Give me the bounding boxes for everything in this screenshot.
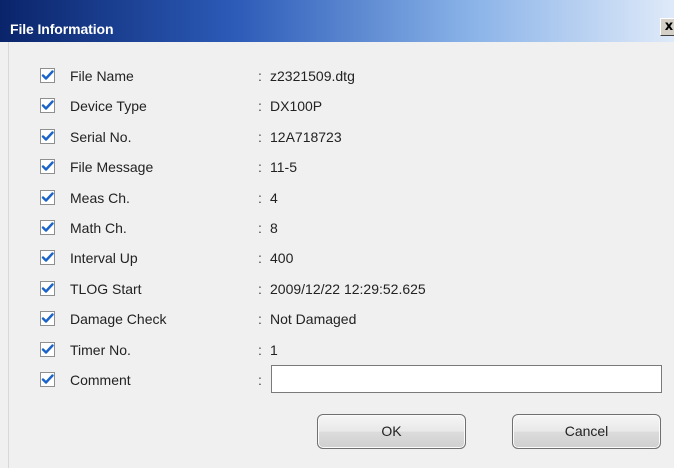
comment-input[interactable]: [271, 365, 662, 393]
field-separator: :: [258, 189, 262, 206]
checkmark-icon: [41, 313, 54, 323]
checkmark-icon: [41, 343, 54, 354]
field-checkbox[interactable]: [40, 68, 55, 83]
checkmark-icon: [41, 70, 54, 80]
field-label: Serial No.: [70, 128, 132, 145]
cancel-button[interactable]: Cancel: [512, 414, 661, 449]
field-checkbox[interactable]: [40, 250, 55, 266]
comment-checkbox[interactable]: [40, 372, 55, 387]
field-separator: :: [258, 68, 262, 84]
field-value: 2009/12/22 12:29:52.625: [270, 280, 426, 297]
field-row: Damage Check: Not Damaged: [9, 309, 674, 329]
close-button[interactable]: x: [660, 18, 674, 36]
checkmark-icon: [41, 161, 54, 171]
field-value: 11-5: [270, 159, 297, 176]
field-value: Not Damaged: [270, 311, 357, 328]
field-separator: :: [258, 128, 262, 145]
field-label: Timer No.: [70, 341, 131, 358]
field-separator: :: [258, 159, 262, 176]
field-value: 400: [270, 250, 294, 267]
checkmark-icon: [41, 252, 54, 263]
field-value: z2321509.dtg: [270, 68, 355, 84]
checkmark-icon: [41, 283, 54, 293]
field-separator: :: [258, 220, 262, 236]
field-label: Interval Up: [70, 250, 138, 267]
field-row: File Name: z2321509.dtg: [9, 66, 674, 86]
field-checkbox[interactable]: [40, 159, 55, 175]
title-bar: File Information x: [0, 0, 674, 42]
comment-row: Comment :: [9, 365, 674, 393]
checkmark-icon: [41, 131, 54, 141]
field-checkbox[interactable]: [40, 341, 55, 357]
field-checkbox[interactable]: [40, 311, 55, 327]
ok-button[interactable]: OK: [317, 414, 466, 449]
field-label: Math Ch.: [70, 220, 127, 236]
checkmark-icon: [41, 100, 54, 111]
field-row: Interval Up:400: [9, 248, 674, 268]
field-value: 12A718723: [270, 128, 342, 145]
field-label: File Message: [70, 159, 154, 176]
checkmark-icon: [41, 191, 54, 202]
dialog-title: File Information: [10, 21, 114, 37]
file-information-dialog: File Information x File Name: z2321509.dt…: [0, 0, 674, 468]
checkmark-icon: [41, 374, 54, 384]
field-separator: :: [258, 250, 262, 267]
field-row: Serial No.:12A718723: [9, 127, 674, 147]
field-checkbox[interactable]: [40, 220, 55, 235]
field-label: Meas Ch.: [70, 189, 130, 206]
field-separator: :: [258, 280, 262, 297]
dialog-body: File Name: z2321509.dtg Device Type: DX100P…: [8, 42, 674, 468]
field-row: Meas Ch.:4: [9, 188, 674, 208]
field-label: TLOG Start: [70, 280, 142, 297]
field-label: Device Type: [70, 98, 147, 115]
field-label: Damage Check: [70, 311, 167, 328]
field-checkbox[interactable]: [40, 98, 55, 114]
field-row: Device Type: DX100P: [9, 96, 674, 116]
field-checkbox[interactable]: [40, 189, 55, 205]
field-checkbox[interactable]: [40, 128, 55, 144]
field-value: DX100P: [270, 98, 323, 115]
field-value: 1: [270, 341, 278, 358]
close-icon: x: [664, 19, 674, 34]
comment-label: Comment: [70, 372, 131, 388]
checkmark-icon: [41, 222, 54, 232]
field-label: File Name: [70, 68, 134, 84]
field-value: 8: [270, 220, 278, 236]
field-separator: :: [258, 98, 262, 115]
field-separator: :: [258, 311, 262, 328]
field-row: Math Ch.:8: [9, 218, 674, 238]
field-row: File Message:11-5: [9, 157, 674, 177]
field-checkbox[interactable]: [40, 280, 55, 296]
field-row: Timer No.:1: [9, 340, 674, 360]
field-value: 4: [270, 189, 278, 206]
comment-separator: :: [258, 372, 262, 388]
field-row: TLOG Start:2009/12/22 12:29:52.625: [9, 279, 674, 299]
field-separator: :: [258, 341, 262, 358]
